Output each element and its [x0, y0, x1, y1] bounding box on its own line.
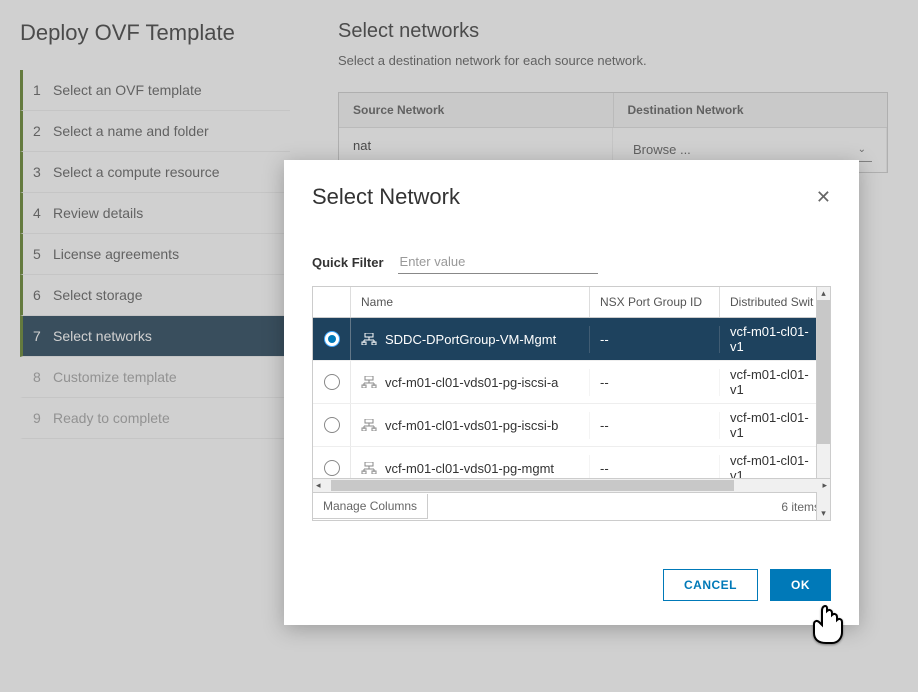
scroll-left-icon[interactable]: ◂ [313, 480, 324, 491]
network-grid: Name NSX Port Group ID Distributed Swit … [312, 286, 831, 521]
network-row[interactable]: vcf-m01-cl01-vds01-pg-iscsi-a -- vcf-m01… [313, 361, 830, 404]
scroll-thumb[interactable] [817, 300, 830, 444]
manage-columns-button[interactable]: Manage Columns [313, 494, 428, 519]
item-count: 6 items [781, 500, 820, 514]
horizontal-scrollbar[interactable]: ◂ ▸ [313, 478, 830, 492]
modal-title: Select Network [312, 184, 460, 210]
quick-filter-label: Quick Filter [312, 255, 384, 270]
cancel-button[interactable]: CANCEL [663, 569, 758, 601]
scroll-thumb[interactable] [331, 480, 734, 491]
quick-filter-input[interactable] [398, 250, 598, 274]
scroll-right-icon[interactable]: ▸ [819, 480, 830, 491]
radio-icon[interactable] [324, 331, 340, 347]
radio-icon[interactable] [324, 374, 340, 390]
close-icon[interactable]: ✕ [816, 187, 831, 208]
scroll-down-icon[interactable]: ▾ [821, 507, 826, 520]
radio-icon[interactable] [324, 417, 340, 433]
col-distributed-switch[interactable]: Distributed Swit [720, 287, 830, 317]
radio-icon[interactable] [324, 460, 340, 476]
portgroup-icon [361, 333, 377, 345]
network-row[interactable]: SDDC-DPortGroup-VM-Mgmt -- vcf-m01-cl01-… [313, 318, 830, 361]
grid-header: Name NSX Port Group ID Distributed Swit [313, 287, 830, 318]
scroll-up-icon[interactable]: ▴ [821, 287, 826, 300]
network-row[interactable]: vcf-m01-cl01-vds01-pg-mgmt -- vcf-m01-cl… [313, 447, 830, 478]
portgroup-icon [361, 462, 377, 474]
select-network-modal: Select Network ✕ Quick Filter Name NSX P… [284, 160, 859, 625]
portgroup-icon [361, 419, 377, 431]
col-name[interactable]: Name [351, 287, 590, 317]
ok-button[interactable]: OK [770, 569, 831, 601]
portgroup-icon [361, 376, 377, 388]
network-row[interactable]: vcf-m01-cl01-vds01-pg-iscsi-b -- vcf-m01… [313, 404, 830, 447]
col-nsx-port-group-id[interactable]: NSX Port Group ID [590, 287, 720, 317]
